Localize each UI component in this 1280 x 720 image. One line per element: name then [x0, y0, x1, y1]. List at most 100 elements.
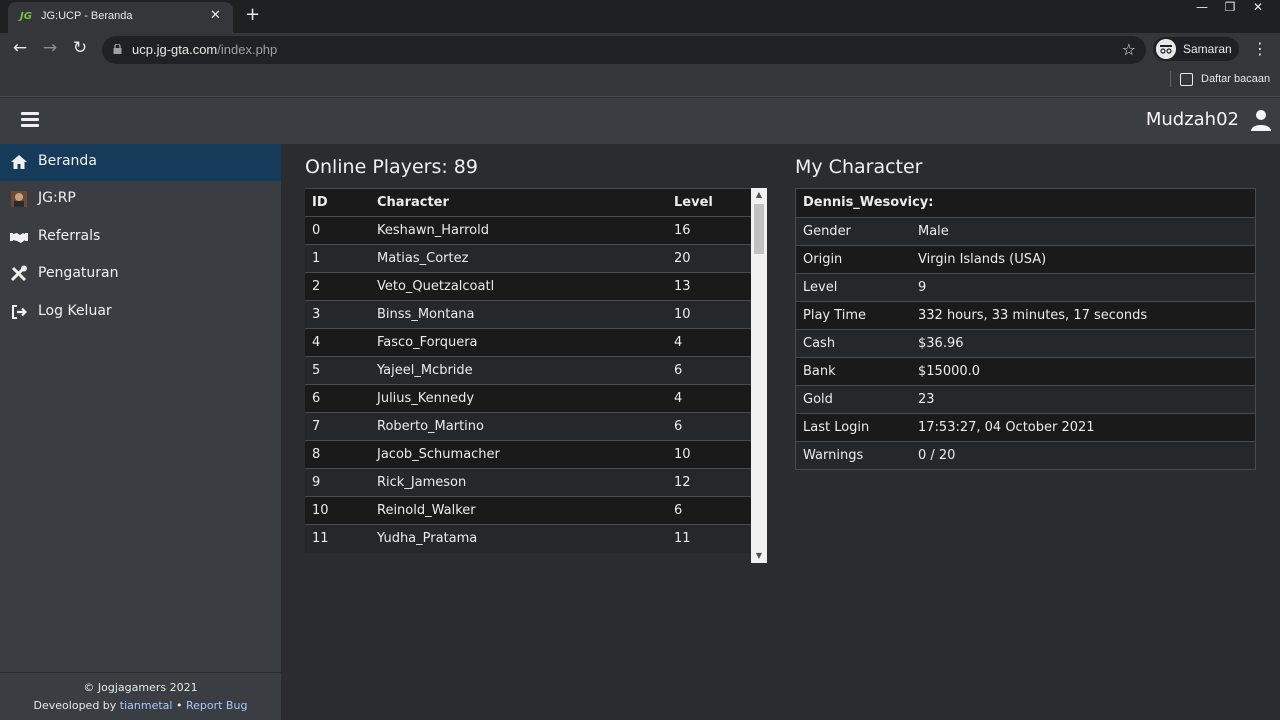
developer-link[interactable]: tianmetal: [120, 699, 173, 712]
table-row: 1 Matias_Cortez 20: [305, 244, 751, 273]
attribute-value: Male: [911, 216, 1255, 245]
players-scrollbar[interactable]: ▲ ▼: [751, 188, 767, 563]
lock-icon: [113, 44, 122, 54]
attribute-value: 0 / 20: [911, 440, 1255, 469]
sidebar-item-label: Pengaturan: [38, 265, 119, 281]
player-character: Rick_Jameson: [370, 468, 667, 497]
sidebar-item-log-keluar[interactable]: Log Keluar: [0, 294, 281, 331]
player-id: 2: [305, 272, 370, 301]
sidebar-item-label: Beranda: [38, 153, 97, 169]
column-header-character: Character: [370, 188, 667, 217]
attribute-label: Bank: [796, 356, 911, 385]
sidebar-item-jgrp[interactable]: JG:RP: [0, 181, 281, 218]
my-character-panel: Dennis_Wesovicy: Gender Male Origin Virgin …: [795, 188, 1256, 470]
player-id: 9: [305, 468, 370, 497]
incognito-icon: [1156, 39, 1176, 59]
sidebar-item-beranda[interactable]: Beranda: [0, 144, 281, 181]
player-id: 10: [305, 496, 370, 525]
player-level: 12: [667, 468, 751, 497]
scroll-up-arrow-icon[interactable]: ▲: [751, 188, 767, 202]
attribute-label: Gender: [796, 216, 911, 245]
browser-menu-icon[interactable]: ⋮: [1250, 39, 1270, 58]
browser-tab[interactable]: JG JG:UCP - Beranda ✕: [8, 2, 233, 33]
restore-icon[interactable]: ❐: [1216, 0, 1244, 18]
game-icon: [11, 191, 27, 207]
player-id: 4: [305, 328, 370, 357]
player-character: Fasco_Forquera: [370, 328, 667, 357]
player-id: 6: [305, 384, 370, 413]
player-id: 5: [305, 356, 370, 385]
hamburger-menu-icon[interactable]: [21, 112, 39, 128]
back-arrow-icon[interactable]: ←: [8, 38, 32, 58]
handshake-icon: [10, 233, 28, 243]
column-header-id: ID: [305, 188, 370, 217]
table-row: 9 Rick_Jameson 12: [305, 468, 751, 497]
window-close-icon[interactable]: ✕: [1244, 0, 1272, 18]
player-level: 10: [667, 300, 751, 329]
attribute-value: $15000.0: [911, 356, 1255, 385]
bookmark-star-icon[interactable]: ☆: [1122, 40, 1136, 59]
attribute-value: 23: [911, 384, 1255, 413]
table-row: 8 Jacob_Schumacher 10: [305, 440, 751, 469]
player-level: 4: [667, 328, 751, 357]
url-text: ucp.jg-gta.com/index.php: [132, 42, 278, 57]
table-row: Origin Virgin Islands (USA): [796, 244, 1255, 273]
my-character-table: Dennis_Wesovicy: Gender Male Origin Virgin …: [796, 189, 1255, 469]
tools-icon: [10, 265, 27, 282]
attribute-value: Virgin Islands (USA): [911, 244, 1255, 273]
scroll-down-arrow-icon[interactable]: ▼: [751, 549, 767, 563]
table-row: Last Login 17:53:27, 04 October 2021: [796, 412, 1255, 441]
table-row: 7 Roberto_Martino 6: [305, 412, 751, 441]
copyright: © Jogjagamers 2021: [83, 681, 198, 694]
player-level: 20: [667, 244, 751, 273]
table-row: 6 Julius_Kennedy 4: [305, 384, 751, 413]
forward-arrow-icon[interactable]: →: [38, 38, 62, 58]
logout-icon: [12, 305, 28, 319]
attribute-value: $36.96: [911, 328, 1255, 357]
player-id: 7: [305, 412, 370, 441]
attribute-label: Origin: [796, 244, 911, 273]
username[interactable]: Mudzah02: [1146, 109, 1239, 130]
scrollbar-thumb[interactable]: [754, 204, 764, 254]
online-players-table: ID Character Level 0 Keshawn_Harrold 16 1 Ma…: [305, 188, 751, 553]
app-header: Mudzah02: [0, 98, 1280, 144]
player-id: 1: [305, 244, 370, 273]
player-level: 11: [667, 524, 751, 553]
table-row: Gold 23: [796, 384, 1255, 413]
player-level: 13: [667, 272, 751, 301]
my-character-title: My Character: [795, 156, 923, 178]
sidebar-item-pengaturan[interactable]: Pengaturan: [0, 256, 281, 293]
player-id: 8: [305, 440, 370, 469]
table-row: Cash $36.96: [796, 328, 1255, 357]
table-row: 5 Yajeel_Mcbride 6: [305, 356, 751, 385]
player-character: Reinold_Walker: [370, 496, 667, 525]
attribute-label: Cash: [796, 328, 911, 357]
player-id: 0: [305, 216, 370, 245]
address-bar[interactable]: ucp.jg-gta.com/index.php ☆: [102, 36, 1146, 64]
player-level: 4: [667, 384, 751, 413]
bookmark-divider: [1170, 71, 1171, 87]
sidebar-footer: © Jogjagamers 2021 Deveoloped by tianmet…: [0, 672, 281, 720]
online-players-panel[interactable]: ID Character Level 0 Keshawn_Harrold 16 1 Ma…: [305, 188, 767, 563]
minimize-icon[interactable]: —: [1188, 0, 1216, 18]
player-level: 6: [667, 412, 751, 441]
table-row: Warnings 0 / 20: [796, 440, 1255, 469]
player-id: 3: [305, 300, 370, 329]
attribute-label: Gold: [796, 384, 911, 413]
new-tab-icon[interactable]: +: [245, 4, 260, 25]
sidebar-item-label: JG:RP: [38, 190, 76, 206]
user-icon[interactable]: [1250, 109, 1272, 131]
report-bug-link[interactable]: Report Bug: [186, 699, 247, 712]
developer-credit: Deveoloped by tianmetal • Report Bug: [33, 699, 248, 712]
table-row: Gender Male: [796, 216, 1255, 245]
close-tab-icon[interactable]: ✕: [210, 8, 221, 23]
column-header-level: Level: [667, 188, 751, 217]
incognito-profile-button[interactable]: Samaran: [1153, 37, 1239, 61]
profile-label: Samaran: [1183, 42, 1232, 56]
reload-icon[interactable]: ↻: [68, 38, 92, 58]
sidebar-item-referrals[interactable]: Referrals: [0, 219, 281, 256]
player-character: Veto_Quetzalcoatl: [370, 272, 667, 301]
table-row: Bank $15000.0: [796, 356, 1255, 385]
attribute-value: 9: [911, 272, 1255, 301]
player-character: Yajeel_Mcbride: [370, 356, 667, 385]
